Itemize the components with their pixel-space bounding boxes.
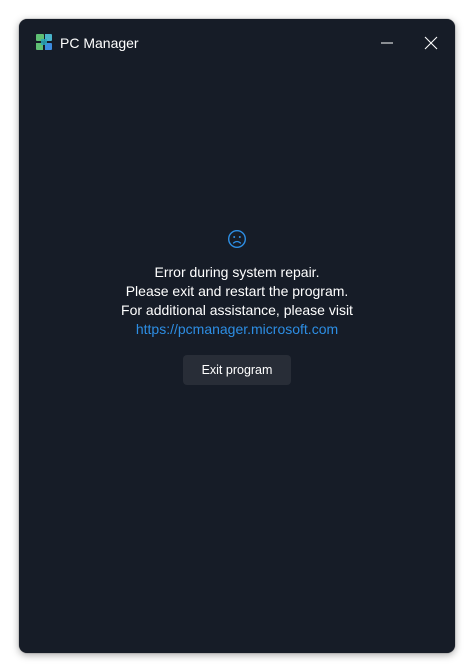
- error-message-line: For additional assistance, please visit: [121, 302, 353, 318]
- app-title: PC Manager: [60, 35, 139, 51]
- error-message-line: Please exit and restart the program.: [125, 283, 349, 299]
- error-message-line: Error during system repair.: [154, 264, 320, 280]
- support-link[interactable]: https://pcmanager.microsoft.com: [136, 320, 338, 339]
- minimize-icon: [381, 42, 393, 44]
- pc-manager-window: PC Manager Error during system repair. P…: [19, 19, 455, 653]
- error-panel: Error during system repair. Please exit …: [19, 229, 455, 385]
- pc-manager-logo-icon: [36, 34, 52, 50]
- sad-face-icon: [227, 229, 247, 249]
- close-icon: [424, 36, 438, 50]
- minimize-button[interactable]: [373, 29, 401, 57]
- title-bar: PC Manager: [19, 19, 455, 67]
- close-button[interactable]: [417, 29, 445, 57]
- exit-program-button[interactable]: Exit program: [183, 355, 291, 385]
